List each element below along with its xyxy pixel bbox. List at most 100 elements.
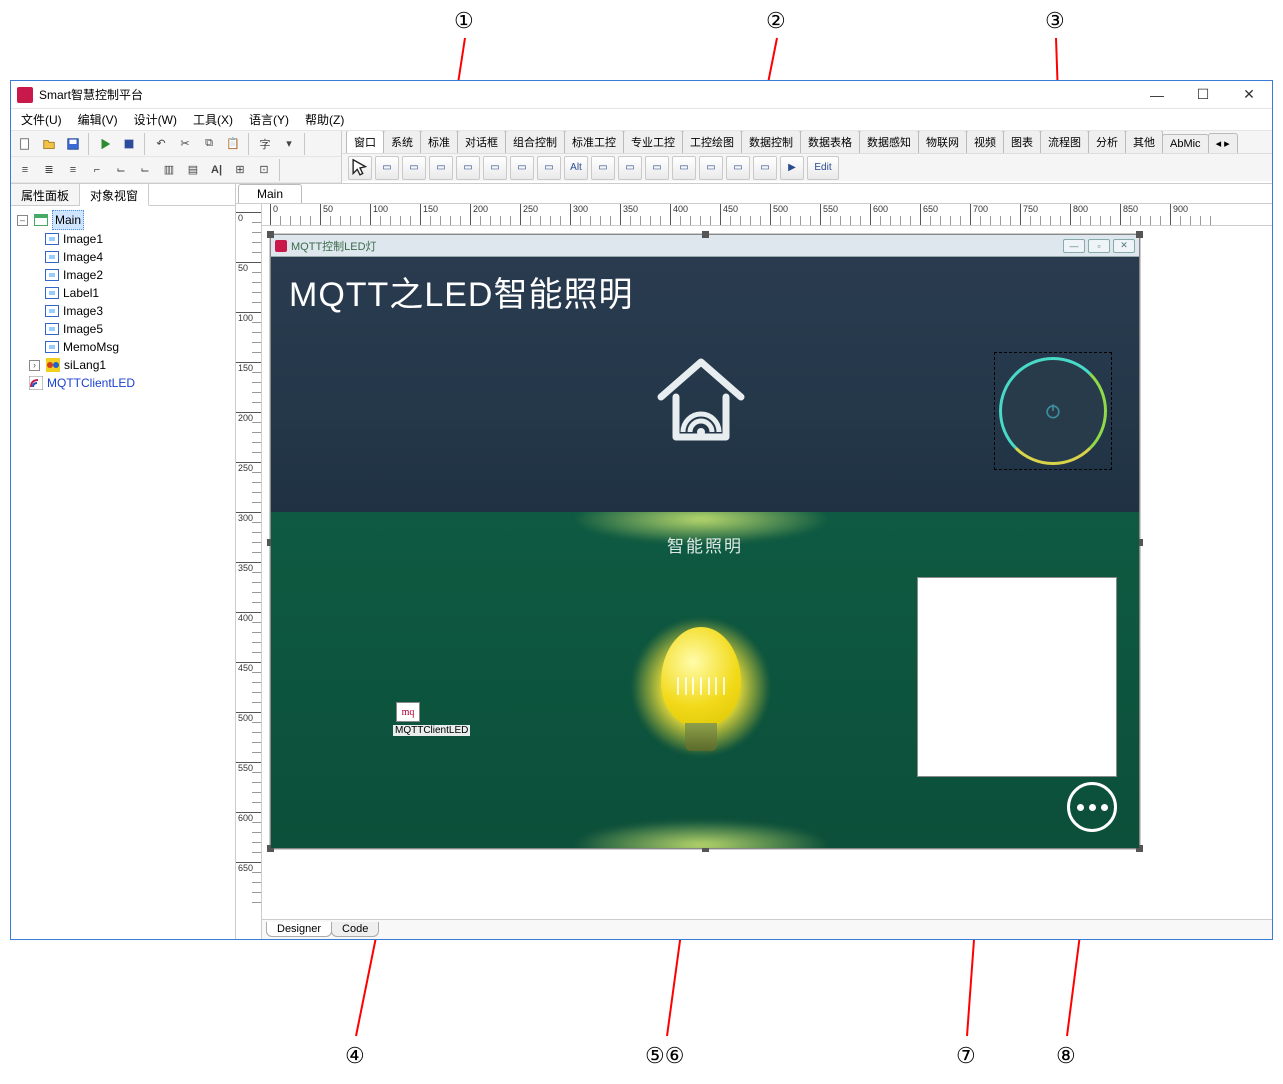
palette-comp-12[interactable]: ▭ — [699, 156, 723, 180]
copy-button[interactable]: ⧉ — [198, 133, 220, 155]
save-button[interactable] — [62, 133, 84, 155]
palette-comp-11[interactable]: ▭ — [672, 156, 696, 180]
tree-node-image2[interactable]: Image2 — [63, 266, 103, 284]
menu-help[interactable]: 帮助(Z) — [299, 109, 350, 130]
bulb-image[interactable] — [651, 627, 751, 787]
palette-comp-2[interactable]: ▭ — [402, 156, 426, 180]
open-button[interactable] — [38, 133, 60, 155]
cut-button[interactable]: ✂ — [174, 133, 196, 155]
tree-node-image3[interactable]: Image3 — [63, 302, 103, 320]
tab-order-button[interactable]: ⊞ — [229, 159, 251, 181]
paste-button[interactable]: 📋 — [222, 133, 244, 155]
palette-comp-10[interactable]: ▭ — [645, 156, 669, 180]
align-top-button[interactable]: ⌐ — [86, 159, 108, 181]
tree-node-mqttclientled[interactable]: MQTTClientLED — [47, 374, 135, 392]
align-bottom-button[interactable]: ⌙ — [134, 159, 156, 181]
palette-comp-6[interactable]: ▭ — [510, 156, 534, 180]
design-form[interactable]: MQTT控制LED灯 — ▫ ✕ — [270, 234, 1140, 849]
form-max-button[interactable]: ▫ — [1088, 239, 1110, 253]
tree-node-memomsg[interactable]: MemoMsg — [63, 338, 119, 356]
canvas-viewport[interactable]: MQTT控制LED灯 — ▫ ✕ — [262, 226, 1272, 919]
mqtt-client-component[interactable]: mq MQTTClientLED — [393, 702, 423, 736]
palette-comp-7[interactable]: ▭ — [537, 156, 561, 180]
palette-pointer-button[interactable] — [348, 156, 372, 180]
palette-tab-dialog[interactable]: 对话框 — [457, 131, 506, 153]
tree-node-image4[interactable]: Image4 — [63, 248, 103, 266]
stop-button[interactable] — [118, 133, 140, 155]
menu-tools[interactable]: 工具(X) — [187, 109, 239, 130]
lower-panel-image[interactable]: 智能照明 — [271, 512, 1139, 848]
undo-button[interactable]: ↶ — [150, 133, 172, 155]
palette-tab-video[interactable]: 视频 — [966, 131, 1004, 153]
palette-tab-dataaware[interactable]: 数据感知 — [859, 131, 919, 153]
window-maximize-button[interactable]: ☐ — [1180, 81, 1226, 108]
palette-tab-stdind[interactable]: 标准工控 — [564, 131, 624, 153]
palette-comp-edit[interactable]: Edit — [807, 156, 839, 180]
palette-comp-3[interactable]: ▭ — [429, 156, 453, 180]
palette-comp-13[interactable]: ▭ — [726, 156, 750, 180]
palette-comp-4[interactable]: ▭ — [456, 156, 480, 180]
palette-comp-1[interactable]: ▭ — [375, 156, 399, 180]
run-button[interactable] — [94, 133, 116, 155]
menu-design[interactable]: 设计(W) — [128, 109, 183, 130]
distribute-v-button[interactable]: ▤ — [182, 159, 204, 181]
align-center-button[interactable]: ≣ — [38, 159, 60, 181]
palette-tab-abmic[interactable]: AbMic — [1162, 134, 1209, 153]
tree-node-main[interactable]: Main — [52, 210, 84, 230]
label-tool-button[interactable]: A| — [206, 159, 227, 181]
palette-tab-other[interactable]: 其他 — [1125, 131, 1163, 153]
menu-language[interactable]: 语言(Y) — [243, 109, 295, 130]
lang-toggle-button[interactable]: ▾ — [278, 133, 300, 155]
palette-tab-datagrid[interactable]: 数据表格 — [800, 131, 860, 153]
titlebar[interactable]: Smart智慧控制平台 — ☐ ✕ — [11, 81, 1272, 109]
left-tab-objects[interactable]: 对象视窗 — [80, 184, 149, 206]
form-min-button[interactable]: — — [1063, 239, 1085, 253]
palette-comp-9[interactable]: ▭ — [618, 156, 642, 180]
palette-tab-flow[interactable]: 流程图 — [1040, 131, 1089, 153]
palette-tab-groupctrl[interactable]: 组合控制 — [505, 131, 565, 153]
bottom-tab-designer[interactable]: Designer — [266, 922, 332, 937]
distribute-h-button[interactable]: ▥ — [158, 159, 180, 181]
tree-collapse-icon[interactable]: – — [17, 215, 28, 226]
palette-tab-standard[interactable]: 标准 — [420, 131, 458, 153]
resize-handle[interactable] — [267, 231, 274, 238]
palette-tab-window[interactable]: 窗口 — [346, 131, 384, 153]
palette-tab-datactrl[interactable]: 数据控制 — [741, 131, 801, 153]
align-right-button[interactable]: ≡ — [62, 159, 84, 181]
menu-file[interactable]: 文件(U) — [15, 109, 68, 130]
memo-msg[interactable] — [917, 577, 1117, 777]
palette-tab-inddraw[interactable]: 工控绘图 — [682, 131, 742, 153]
window-close-button[interactable]: ✕ — [1226, 81, 1272, 108]
tree-node-image5[interactable]: Image5 — [63, 320, 103, 338]
palette-comp-14[interactable]: ▭ — [753, 156, 777, 180]
more-button-image[interactable] — [1067, 782, 1117, 832]
label-smart-lighting[interactable]: 智能照明 — [271, 532, 1139, 557]
hero-image[interactable]: MQTT之LED智能照明 — [271, 257, 1139, 512]
palette-comp-5[interactable]: ▭ — [483, 156, 507, 180]
form-close-button[interactable]: ✕ — [1113, 239, 1135, 253]
tree-expand-icon[interactable]: › — [29, 360, 40, 371]
palette-tab-system[interactable]: 系统 — [383, 131, 421, 153]
palette-tab-scroll[interactable]: ◂ ▸ — [1208, 133, 1238, 153]
palette-comp-alt[interactable]: Alt — [564, 156, 588, 180]
group-button[interactable]: ⊡ — [253, 159, 275, 181]
menu-edit[interactable]: 编辑(V) — [72, 109, 124, 130]
doc-tab-main[interactable]: Main — [238, 184, 302, 203]
palette-tab-iot[interactable]: 物联网 — [918, 131, 967, 153]
power-button-image[interactable] — [999, 357, 1107, 465]
palette-tab-analysis[interactable]: 分析 — [1088, 131, 1126, 153]
resize-handle[interactable] — [702, 231, 709, 238]
form-titlebar[interactable]: MQTT控制LED灯 — ▫ ✕ — [271, 235, 1139, 257]
object-tree[interactable]: –Main Image1 Image4 Image2 Label1 Image3… — [11, 206, 235, 939]
align-middle-button[interactable]: ⌙ — [110, 159, 132, 181]
palette-tab-proind[interactable]: 专业工控 — [623, 131, 683, 153]
bottom-tab-code[interactable]: Code — [331, 922, 379, 937]
smart-home-icon[interactable] — [641, 337, 761, 457]
tree-node-silang1[interactable]: siLang1 — [64, 356, 106, 374]
palette-tab-chart[interactable]: 图表 — [1003, 131, 1041, 153]
palette-comp-play[interactable]: ▶ — [780, 156, 804, 180]
left-tab-properties[interactable]: 属性面板 — [11, 184, 80, 205]
palette-comp-8[interactable]: ▭ — [591, 156, 615, 180]
new-button[interactable] — [14, 133, 36, 155]
tree-node-image1[interactable]: Image1 — [63, 230, 103, 248]
